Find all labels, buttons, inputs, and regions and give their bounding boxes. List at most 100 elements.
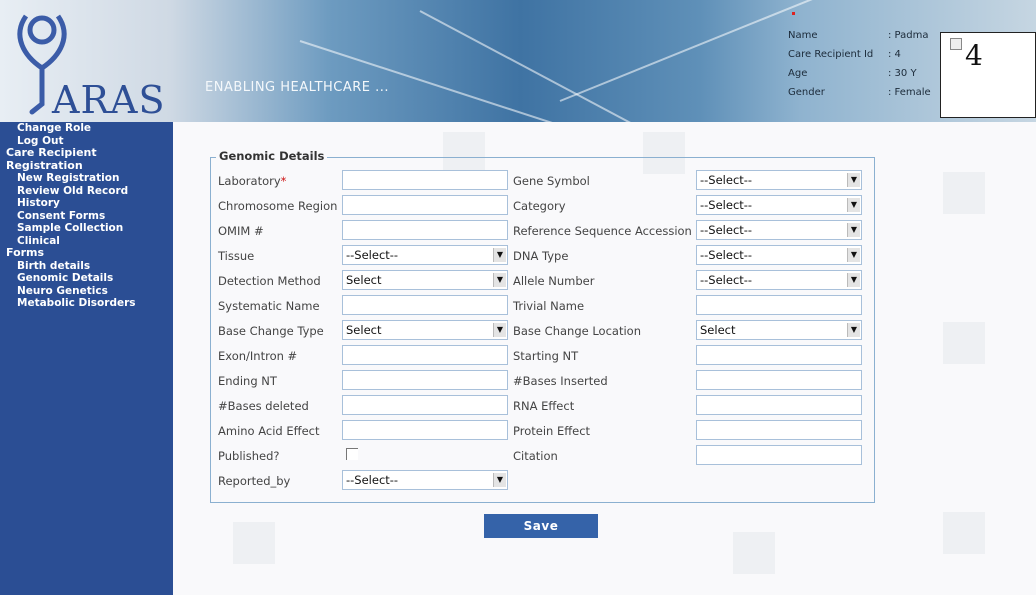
patient-photo: 4 bbox=[940, 32, 1036, 118]
reported-by-select[interactable]: --Select-- ▼ bbox=[342, 470, 508, 490]
sidebar-heading-forms: Forms bbox=[6, 246, 45, 259]
tagline: ENABLING HEALTHCARE ... bbox=[205, 80, 390, 95]
bases-inserted-label: #Bases Inserted bbox=[513, 374, 608, 388]
chromosome-region-input[interactable] bbox=[342, 195, 508, 215]
logo-text: ARAS bbox=[52, 78, 166, 122]
header-decoration bbox=[419, 10, 739, 122]
dropdown-arrow-icon: ▼ bbox=[847, 173, 860, 187]
tissue-select[interactable]: --Select-- ▼ bbox=[342, 245, 508, 265]
chromosome-region-label: Chromosome Region bbox=[218, 199, 338, 213]
base-change-location-label: Base Change Location bbox=[513, 324, 641, 338]
published-checkbox[interactable] bbox=[346, 448, 358, 460]
watermark-tile bbox=[943, 512, 985, 554]
dropdown-arrow-icon: ▼ bbox=[847, 323, 860, 337]
paras-logo: ARAS bbox=[6, 6, 174, 122]
dropdown-arrow-icon: ▼ bbox=[493, 248, 506, 262]
citation-label: Citation bbox=[513, 449, 558, 463]
base-change-location-select[interactable]: Select ▼ bbox=[696, 320, 862, 340]
sidebar-item-birth-details[interactable]: Birth details bbox=[0, 260, 173, 273]
bases-deleted-input[interactable] bbox=[342, 395, 508, 415]
photo-placeholder-number: 4 bbox=[965, 39, 983, 72]
status-marker bbox=[792, 12, 795, 15]
gene-symbol-select[interactable]: --Select-- ▼ bbox=[696, 170, 862, 190]
sidebar-item-change-role[interactable]: Change Role bbox=[0, 122, 173, 135]
sidebar-item-neuro-genetics[interactable]: Neuro Genetics bbox=[0, 285, 173, 298]
sidebar-item-metabolic-disorders[interactable]: Metabolic Disorders bbox=[0, 297, 173, 310]
main-content: Genomic Details Laboratory* Chromosome R… bbox=[173, 122, 1036, 595]
amino-acid-effect-label: Amino Acid Effect bbox=[218, 424, 320, 438]
sidebar-heading-care-recipient: Care Recipient bbox=[6, 146, 97, 159]
ending-nt-label: Ending NT bbox=[218, 374, 277, 388]
patient-id-label: Care Recipient Id bbox=[788, 49, 874, 60]
watermark-tile bbox=[233, 522, 275, 564]
required-marker: * bbox=[280, 174, 287, 188]
category-label: Category bbox=[513, 199, 566, 213]
dropdown-arrow-icon: ▼ bbox=[847, 248, 860, 262]
patient-id-row: Care Recipient Id : 4 bbox=[788, 49, 938, 68]
dropdown-arrow-icon: ▼ bbox=[847, 198, 860, 212]
sidebar-item-genomic-details[interactable]: Genomic Details bbox=[0, 272, 173, 285]
starting-nt-input[interactable] bbox=[696, 345, 862, 365]
laboratory-input[interactable] bbox=[342, 170, 508, 190]
sidebar-item-consent-forms[interactable]: Consent Forms bbox=[0, 210, 173, 223]
exon-intron-input[interactable] bbox=[342, 345, 508, 365]
allele-number-select[interactable]: --Select-- ▼ bbox=[696, 270, 862, 290]
sidebar-item-review-old-record[interactable]: Review Old Record bbox=[0, 185, 173, 198]
systematic-name-label: Systematic Name bbox=[218, 299, 320, 313]
ref-seq-accession-select[interactable]: --Select-- ▼ bbox=[696, 220, 862, 240]
dna-type-label: DNA Type bbox=[513, 249, 569, 263]
tissue-label: Tissue bbox=[218, 249, 255, 263]
citation-input[interactable] bbox=[696, 445, 862, 465]
save-button[interactable]: Save bbox=[484, 514, 598, 538]
trivial-name-label: Trivial Name bbox=[513, 299, 585, 313]
omim-input[interactable] bbox=[342, 220, 508, 240]
patient-name-label: Name bbox=[788, 30, 818, 41]
trivial-name-input[interactable] bbox=[696, 295, 862, 315]
patient-name-row: Name : Padma bbox=[788, 30, 938, 49]
watermark-tile bbox=[943, 172, 985, 214]
patient-gender-label: Gender bbox=[788, 87, 825, 98]
patient-age-value: : 30 Y bbox=[888, 68, 917, 79]
ref-seq-accession-label: Reference Sequence Accession bbox=[513, 224, 692, 238]
rna-effect-input[interactable] bbox=[696, 395, 862, 415]
watermark-tile bbox=[733, 532, 775, 574]
category-select[interactable]: --Select-- ▼ bbox=[696, 195, 862, 215]
sidebar-item-sample-collection[interactable]: Sample Collection bbox=[0, 222, 173, 235]
detection-method-label: Detection Method bbox=[218, 274, 321, 288]
amino-acid-effect-input[interactable] bbox=[342, 420, 508, 440]
watermark-tile bbox=[943, 322, 985, 364]
gene-symbol-label: Gene Symbol bbox=[513, 174, 590, 188]
patient-age-label: Age bbox=[788, 68, 808, 79]
exon-intron-label: Exon/Intron # bbox=[218, 349, 298, 363]
dna-type-select[interactable]: --Select-- ▼ bbox=[696, 245, 862, 265]
patient-id-value: : 4 bbox=[888, 49, 901, 60]
patient-age-row: Age : 30 Y bbox=[788, 68, 938, 87]
sidebar-item-new-registration[interactable]: New Registration bbox=[0, 172, 173, 185]
bases-inserted-input[interactable] bbox=[696, 370, 862, 390]
patient-gender-value: : Female bbox=[888, 87, 931, 98]
starting-nt-label: Starting NT bbox=[513, 349, 579, 363]
systematic-name-input[interactable] bbox=[342, 295, 508, 315]
laboratory-label: Laboratory* bbox=[218, 174, 287, 188]
patient-name-value: : Padma bbox=[888, 30, 929, 41]
omim-label: OMIM # bbox=[218, 224, 264, 238]
dropdown-arrow-icon: ▼ bbox=[493, 473, 506, 487]
reported-by-label: Reported_by bbox=[218, 474, 291, 488]
dropdown-arrow-icon: ▼ bbox=[847, 223, 860, 237]
base-change-type-label: Base Change Type bbox=[218, 324, 324, 338]
rna-effect-label: RNA Effect bbox=[513, 399, 575, 413]
sidebar-item-history[interactable]: History bbox=[0, 197, 173, 210]
base-change-type-select[interactable]: Select ▼ bbox=[342, 320, 508, 340]
detection-method-select[interactable]: Select ▼ bbox=[342, 270, 508, 290]
dropdown-arrow-icon: ▼ bbox=[847, 273, 860, 287]
fieldset-legend: Genomic Details bbox=[216, 149, 328, 163]
protein-effect-label: Protein Effect bbox=[513, 424, 591, 438]
patient-gender-row: Gender : Female bbox=[788, 87, 938, 106]
protein-effect-input[interactable] bbox=[696, 420, 862, 440]
bases-deleted-label: #Bases deleted bbox=[218, 399, 309, 413]
ending-nt-input[interactable] bbox=[342, 370, 508, 390]
app-header: ARAS ENABLING HEALTHCARE ... Name : Padm… bbox=[0, 0, 1036, 122]
patient-info: Name : Padma Care Recipient Id : 4 Age :… bbox=[788, 30, 938, 106]
sidebar-heading-registration: Registration bbox=[6, 158, 83, 172]
sidebar-nav: Change Role Log Out Care Recipient Regis… bbox=[0, 122, 173, 595]
